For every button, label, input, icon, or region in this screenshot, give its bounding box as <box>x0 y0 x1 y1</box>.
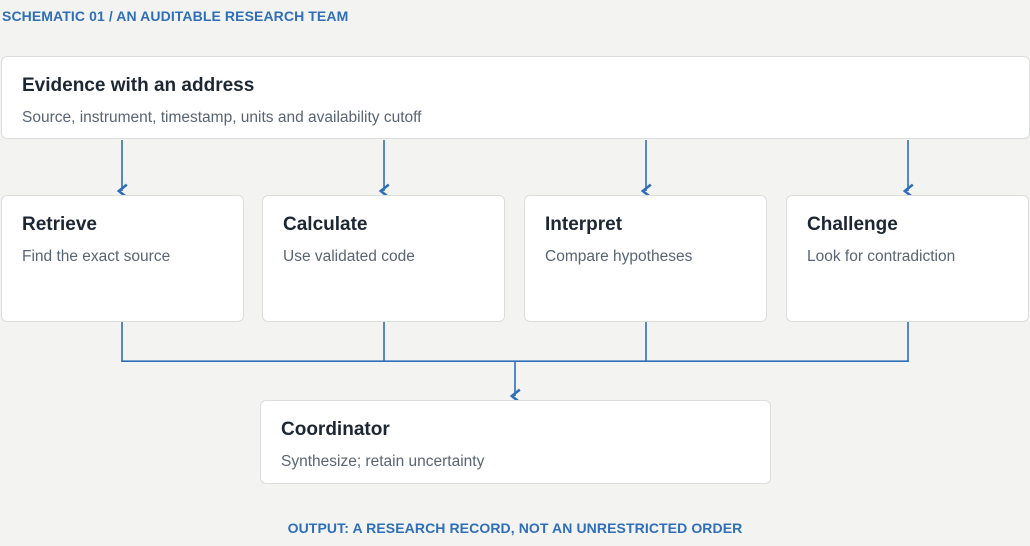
agent-subtitle: Look for contradiction <box>807 248 956 265</box>
evidence-card: Evidence with an address Source, instrum… <box>1 56 1030 139</box>
diagram-footer-caption: OUTPUT: A RESEARCH RECORD, NOT AN UNREST… <box>287 520 743 536</box>
agent-card-retrieve: Retrieve Find the exact source <box>1 195 244 322</box>
agent-subtitle: Compare hypotheses <box>545 248 693 265</box>
agent-title: Calculate <box>283 214 368 235</box>
diagram-kicker: SCHEMATIC 01 / AN AUDITABLE RESEARCH TEA… <box>2 8 349 24</box>
agent-card-calculate: Calculate Use validated code <box>262 195 505 322</box>
agent-card-challenge: Challenge Look for contradiction <box>786 195 1029 322</box>
evidence-subtitle: Source, instrument, timestamp, units and… <box>22 109 422 126</box>
evidence-title: Evidence with an address <box>22 75 255 96</box>
coordinator-card: Coordinator Synthesize; retain uncertain… <box>260 400 771 484</box>
agent-title: Challenge <box>807 214 898 235</box>
agent-card-interpret: Interpret Compare hypotheses <box>524 195 767 322</box>
agent-subtitle: Find the exact source <box>22 248 171 265</box>
coordinator-title: Coordinator <box>281 419 390 440</box>
agent-subtitle: Use validated code <box>283 248 415 265</box>
agent-title: Interpret <box>545 214 623 235</box>
coordinator-subtitle: Synthesize; retain uncertainty <box>281 453 485 470</box>
agent-title: Retrieve <box>22 214 97 235</box>
